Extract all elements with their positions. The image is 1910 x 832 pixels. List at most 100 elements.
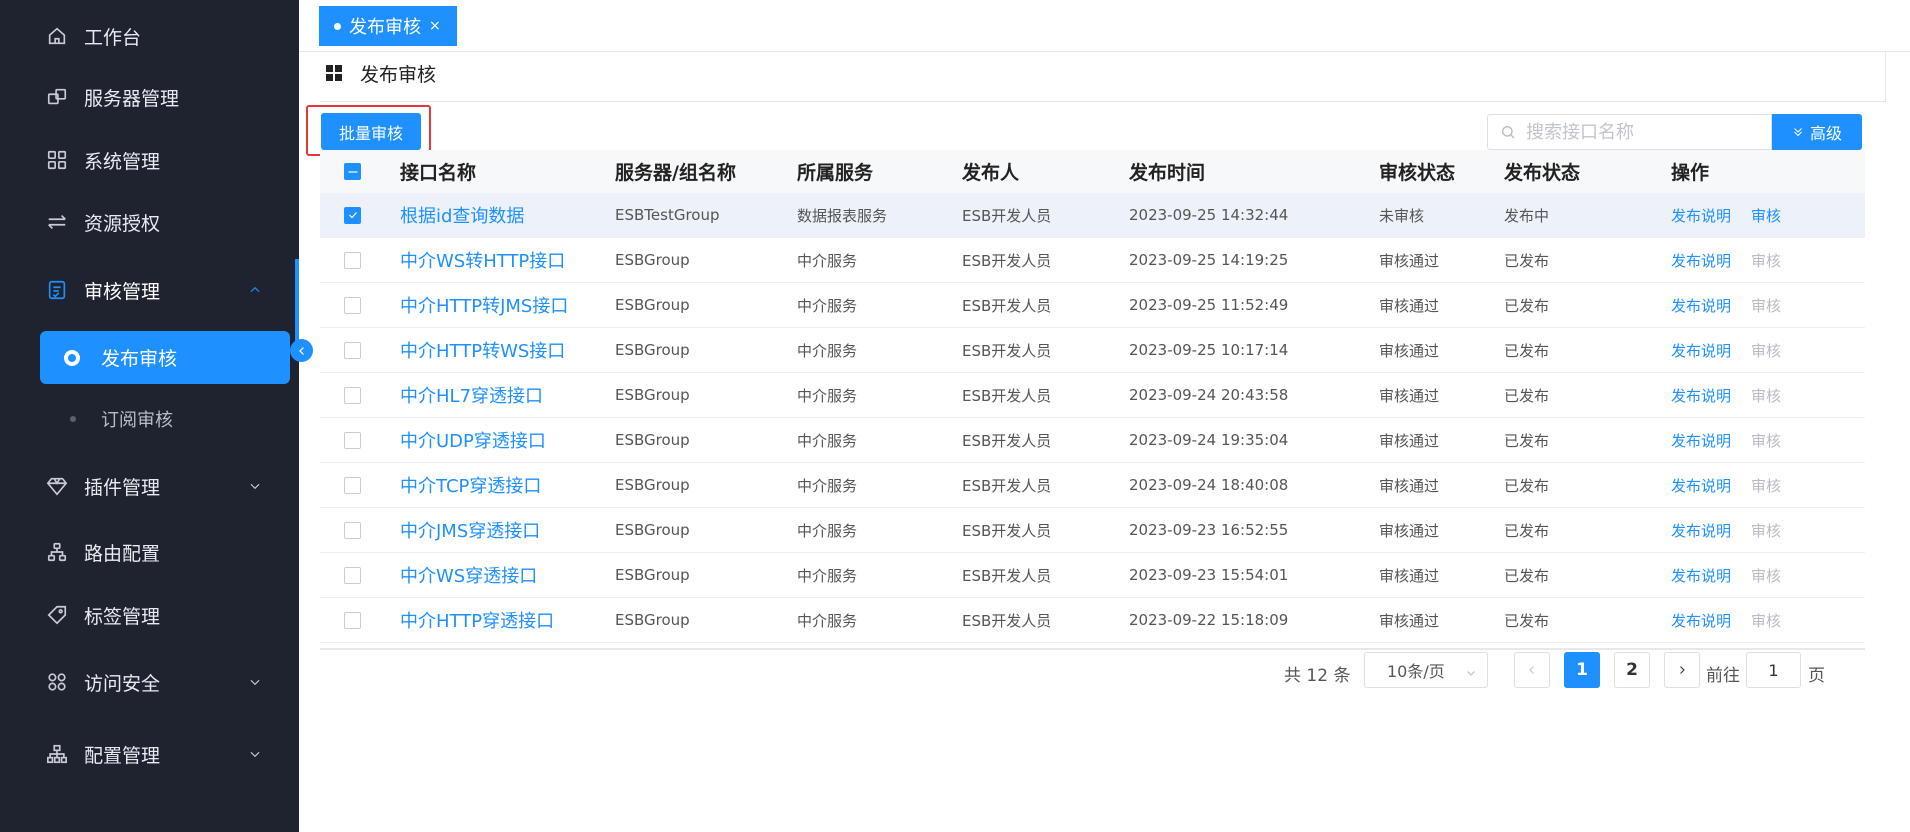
advanced-label: 高级 (1809, 124, 1842, 143)
publish-status-cell: 已发布 (1504, 341, 1550, 360)
select-all-checkbox[interactable] (344, 163, 361, 180)
row-checkbox[interactable] (344, 476, 361, 494)
publish-note-link[interactable]: 发布说明 (1671, 475, 1731, 496)
header-publish-status[interactable]: 发布状态 (1504, 150, 1580, 193)
audit-status-cell: 审核通过 (1379, 521, 1440, 540)
row-checkbox[interactable] (344, 521, 361, 539)
row-checkbox[interactable] (344, 611, 361, 629)
service-cell: 数据报表服务 (797, 206, 888, 225)
batch-audit-button[interactable]: 批量审核 (321, 113, 421, 150)
service-cell: 中介服务 (797, 521, 858, 540)
interface-name-link[interactable]: 根据id查询数据 (400, 193, 524, 237)
header-time[interactable]: 发布时间 (1129, 150, 1205, 193)
publish-note-link[interactable]: 发布说明 (1671, 205, 1731, 226)
interface-name-link[interactable]: 中介JMS穿透接口 (400, 508, 540, 552)
collapse-sidebar-button[interactable] (290, 339, 313, 362)
publisher-cell: ESB开发人员 (962, 611, 1052, 630)
search-box (1487, 114, 1772, 150)
publisher-cell: ESB开发人员 (962, 296, 1052, 315)
service-cell: 中介服务 (797, 251, 858, 270)
group-cell: ESBGroup (615, 566, 690, 584)
chevron-up-icon (246, 281, 264, 299)
interface-name-link[interactable]: 中介WS转HTTP接口 (400, 238, 565, 282)
sidebar-item-access-security[interactable]: 访问安全 (0, 657, 299, 707)
interface-name-link[interactable]: 中介TCP穿透接口 (400, 463, 541, 507)
sidebar-subitem-subscribe-audit[interactable]: 订阅审核 (40, 394, 290, 444)
sidebar-item-system[interactable]: 系统管理 (0, 135, 299, 185)
sidebar-item-audit[interactable]: 审核管理 (0, 265, 299, 315)
publish-note-link[interactable]: 发布说明 (1671, 340, 1731, 361)
page-button-1[interactable]: 1 (1564, 652, 1600, 688)
row-checkbox-cell (344, 238, 361, 282)
row-checkbox[interactable] (344, 566, 361, 584)
chevron-down-icon (246, 477, 264, 495)
sidebar-item-servers[interactable]: 服务器管理 (0, 72, 299, 122)
table-row[interactable]: 中介TCP穿透接口 ESBGroup 中介服务 ESB开发人员 2023-09-24 1… (320, 463, 1865, 508)
audit-status-cell: 审核通过 (1379, 386, 1440, 405)
sidebar-item-config[interactable]: 配置管理 (0, 729, 299, 779)
chevron-left-icon (298, 346, 304, 355)
row-checkbox[interactable] (344, 251, 361, 269)
row-checkbox[interactable] (344, 206, 361, 224)
close-icon[interactable]: × (429, 18, 441, 34)
publish-note-link[interactable]: 发布说明 (1671, 565, 1731, 586)
sidebar-item-routing[interactable]: 路由配置 (0, 527, 299, 577)
publish-note-link[interactable]: 发布说明 (1671, 295, 1731, 316)
publish-note-link[interactable]: 发布说明 (1671, 520, 1731, 541)
row-checkbox[interactable] (344, 296, 361, 314)
next-page-button[interactable] (1664, 652, 1700, 688)
table-row[interactable]: 中介WS转HTTP接口 ESBGroup 中介服务 ESB开发人员 2023-09-25… (320, 238, 1865, 283)
header-name[interactable]: 接口名称 (400, 150, 476, 193)
table-row[interactable]: 中介UDP穿透接口 ESBGroup 中介服务 ESB开发人员 2023-09-24 1… (320, 418, 1865, 463)
row-checkbox[interactable] (344, 386, 361, 404)
interface-name-link[interactable]: 中介HTTP穿透接口 (400, 598, 554, 642)
audit-link: 审核 (1751, 296, 1782, 315)
time-cell: 2023-09-24 18:40:08 (1129, 476, 1289, 494)
table-row[interactable]: 中介HTTP转WS接口 ESBGroup 中介服务 ESB开发人员 2023-09-25… (320, 328, 1865, 373)
header-group[interactable]: 服务器/组名称 (615, 150, 736, 193)
publisher-cell: ESB开发人员 (962, 341, 1052, 360)
interface-name-link[interactable]: 中介UDP穿透接口 (400, 418, 546, 462)
double-chevron-down-icon (1794, 128, 1802, 137)
ops-cell: 发布说明 审核 (1671, 193, 1781, 237)
page-button-2[interactable]: 2 (1614, 652, 1650, 688)
interface-name-link[interactable]: 中介WS穿透接口 (400, 553, 537, 597)
table-row[interactable]: 中介JMS穿透接口 ESBGroup 中介服务 ESB开发人员 2023-09-23 1… (320, 508, 1865, 553)
interface-name-link[interactable]: 中介HTTP转JMS接口 (400, 283, 568, 327)
row-checkbox-cell (344, 553, 361, 597)
publish-note-link[interactable]: 发布说明 (1671, 610, 1731, 631)
table-row[interactable]: 根据id查询数据 ESBTestGroup 数据报表服务 ESB开发人员 2023-09… (320, 193, 1865, 238)
sidebar-item-tags[interactable]: 标签管理 (0, 590, 299, 640)
sidebar-item-label: 路由配置 (84, 542, 161, 565)
publisher-cell: ESB开发人员 (962, 251, 1052, 270)
table-row[interactable]: 中介HTTP转JMS接口 ESBGroup 中介服务 ESB开发人员 2023-09-2… (320, 283, 1865, 328)
sidebar-item-resource-auth[interactable]: 资源授权 (0, 197, 299, 247)
advanced-search-button[interactable]: 高级 (1772, 114, 1862, 150)
publish-note-link[interactable]: 发布说明 (1671, 430, 1731, 451)
table-row[interactable]: 中介HTTP穿透接口 ESBGroup 中介服务 ESB开发人员 2023-09-22 … (320, 598, 1865, 643)
sidebar-item-workbench[interactable]: 工作台 (0, 11, 299, 61)
row-checkbox[interactable] (344, 341, 361, 359)
goto-page-input[interactable] (1746, 652, 1801, 688)
group-cell: ESBGroup (615, 341, 690, 359)
page-size-select[interactable]: 10条/页 (1364, 652, 1488, 688)
header-publisher[interactable]: 发布人 (962, 150, 1019, 193)
group-cell: ESBGroup (615, 476, 690, 494)
sidebar-subitem-publish-audit[interactable]: 发布审核 (40, 331, 290, 384)
row-checkbox[interactable] (344, 431, 361, 449)
security-icon (45, 670, 69, 694)
table-row[interactable]: 中介HL7穿透接口 ESBGroup 中介服务 ESB开发人员 2023-09-24 2… (320, 373, 1865, 418)
audit-status-cell: 审核通过 (1379, 431, 1440, 450)
table-row[interactable]: 中介WS穿透接口 ESBGroup 中介服务 ESB开发人员 2023-09-23 15… (320, 553, 1865, 598)
interface-name-link[interactable]: 中介HL7穿透接口 (400, 373, 543, 417)
search-input[interactable] (1526, 117, 1766, 147)
sidebar-item-plugins[interactable]: 插件管理 (0, 461, 299, 511)
header-service[interactable]: 所属服务 (797, 150, 873, 193)
prev-page-button[interactable] (1514, 652, 1550, 688)
publish-note-link[interactable]: 发布说明 (1671, 385, 1731, 406)
publish-note-link[interactable]: 发布说明 (1671, 250, 1731, 271)
audit-link[interactable]: 审核 (1751, 205, 1781, 226)
header-audit-status[interactable]: 审核状态 (1379, 150, 1455, 193)
interface-name-link[interactable]: 中介HTTP转WS接口 (400, 328, 565, 372)
tab-publish-audit[interactable]: 发布审核 × (319, 6, 457, 46)
